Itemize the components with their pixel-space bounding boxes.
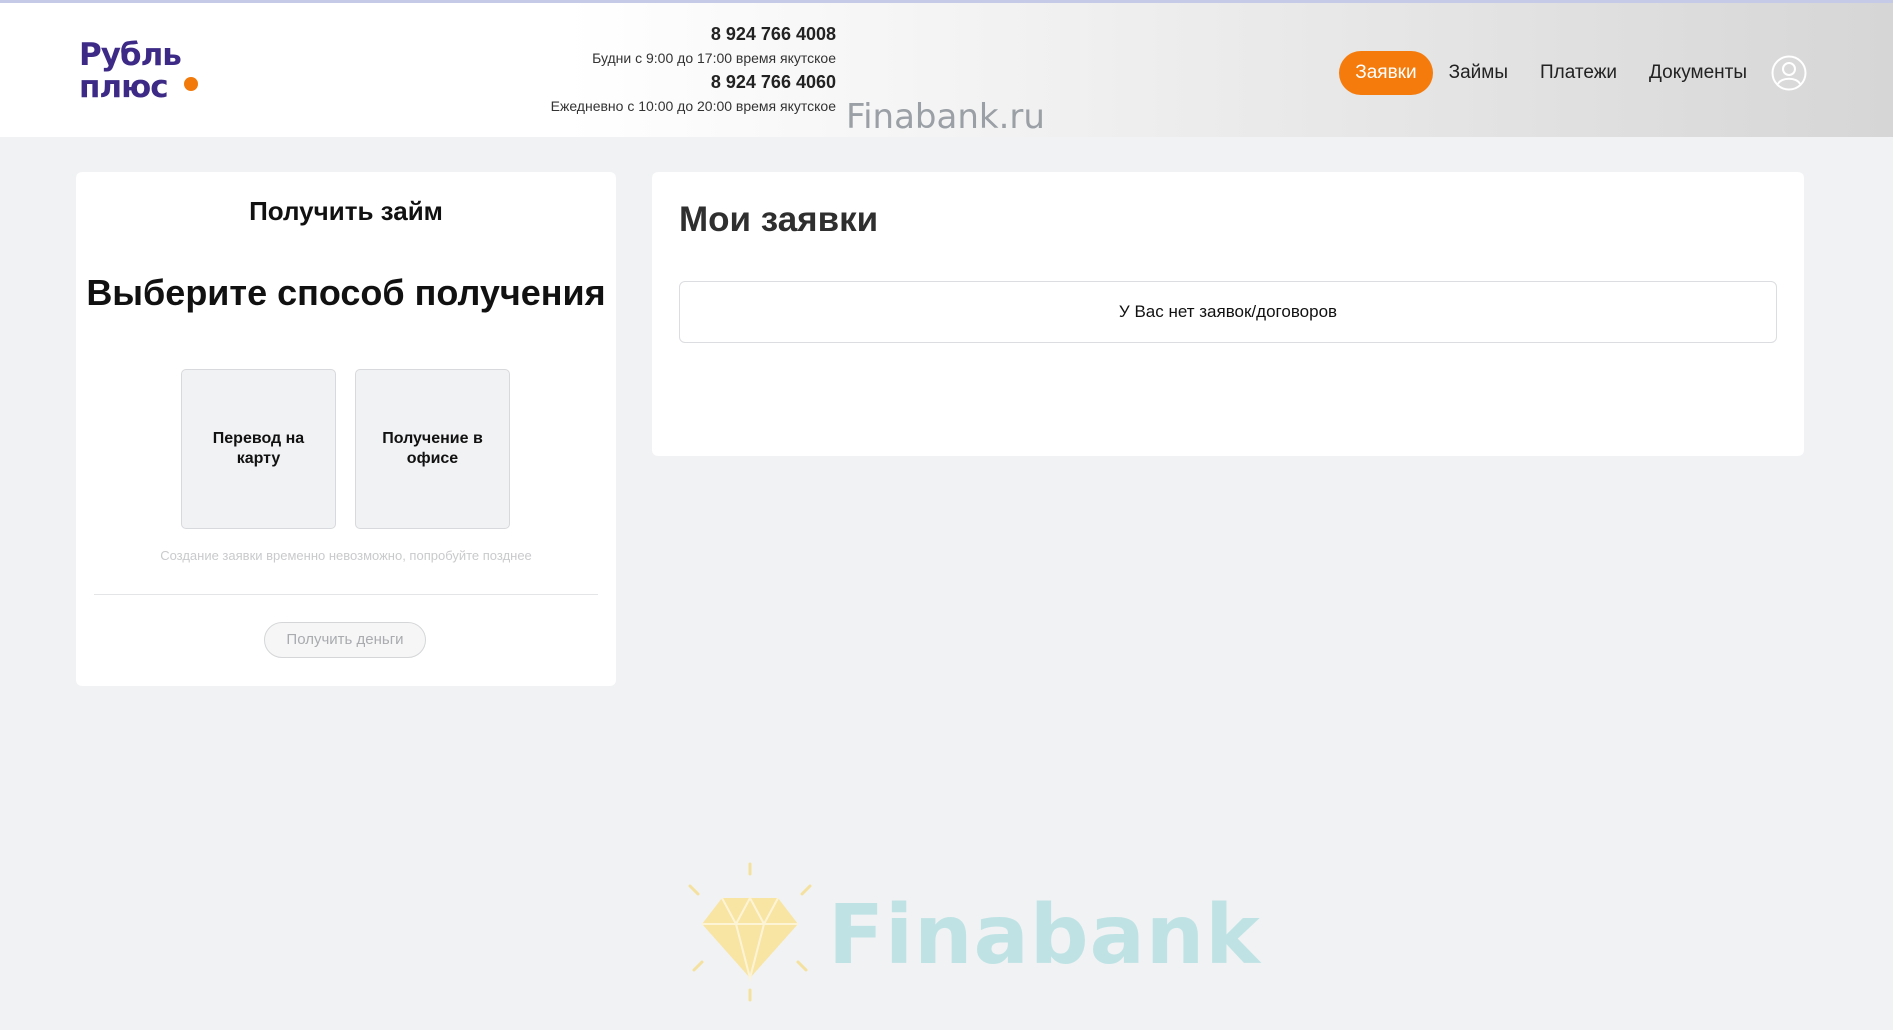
nav-applications[interactable]: Заявки [1339, 51, 1433, 95]
finabank-watermark-text: Finabank.ru [846, 97, 1045, 137]
get-loan-card: Получить займ Выберите способ получения … [76, 172, 616, 686]
working-hours-1: Будни с 9:00 до 17:00 время якутское [592, 50, 836, 66]
finabank-brand-watermark: Finabank [828, 888, 1261, 983]
option-card-transfer[interactable]: Перевод на карту [181, 369, 336, 529]
diamond-icon [688, 862, 812, 1002]
get-loan-title: Получить займ [249, 196, 443, 226]
site-header: Рубль плюс 8 924 766 4008 Будни с 9:00 д… [0, 3, 1893, 137]
nav-payments[interactable]: Платежи [1524, 51, 1633, 95]
my-applications-title: Мои заявки [679, 200, 879, 239]
option-office-pickup[interactable]: Получение в офисе [355, 369, 510, 529]
user-circle-icon[interactable] [1771, 55, 1807, 91]
nav-loans[interactable]: Займы [1433, 51, 1524, 95]
unavailable-notice: Создание заявки временно невозможно, поп… [160, 548, 532, 563]
rubl-plus-logo[interactable]: Рубль плюс [79, 39, 204, 109]
empty-applications-message: У Вас нет заявок/договоров [679, 281, 1777, 343]
main-nav: Заявки Займы Платежи Документы [1339, 51, 1807, 95]
nav-documents[interactable]: Документы [1633, 51, 1763, 95]
working-hours-2: Ежедневно с 10:00 до 20:00 время якутско… [550, 98, 836, 114]
my-applications-card: Мои заявки У Вас нет заявок/договоров [652, 172, 1804, 456]
phone-number-1[interactable]: 8 924 766 4008 [551, 21, 836, 47]
choose-method-heading: Выберите способ получения [86, 272, 606, 313]
divider [94, 594, 598, 595]
get-money-button[interactable]: Получить деньги [264, 622, 426, 658]
contacts-block: 8 924 766 4008 Будни с 9:00 до 17:00 вре… [551, 21, 836, 117]
logo-line-1: Рубль [79, 37, 182, 73]
phone-number-2[interactable]: 8 924 766 4060 [551, 69, 836, 95]
logo-dot [184, 77, 198, 91]
